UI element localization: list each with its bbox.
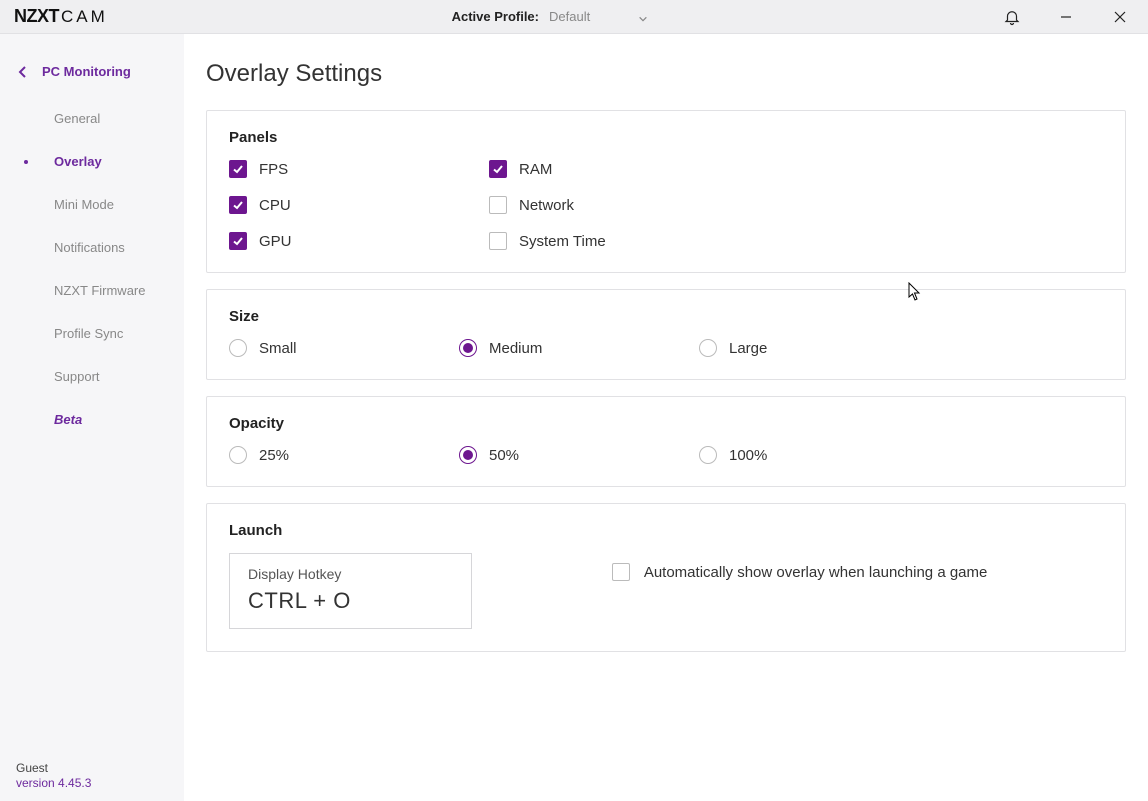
minimize-button[interactable]: [1046, 3, 1086, 31]
minimize-icon: [1060, 11, 1072, 23]
checkbox-label: Network: [519, 197, 574, 214]
autoshow-label: Automatically show overlay when launchin…: [644, 564, 988, 581]
chevron-down-icon: [638, 12, 648, 22]
opacity-grid: 25% 50% 100%: [229, 446, 1103, 464]
footer-user: Guest: [16, 761, 184, 776]
size-option-small: Small: [229, 339, 459, 357]
titlebar-right: [992, 3, 1140, 31]
checkbox-system-time[interactable]: [489, 232, 507, 250]
panel-option-network: Network: [489, 196, 749, 214]
close-icon: [1114, 11, 1126, 23]
radio-label: Large: [729, 340, 767, 357]
sidebar-item-general[interactable]: General: [0, 97, 184, 140]
panel-option-gpu: GPU: [229, 232, 489, 250]
size-option-large: Large: [699, 339, 939, 357]
opacity-radio-100[interactable]: [699, 446, 717, 464]
size-grid: Small Medium Large: [229, 339, 1103, 357]
launch-title: Launch: [229, 522, 1103, 539]
panel-option-ram: RAM: [489, 160, 749, 178]
sidebar-item-profile-sync[interactable]: Profile Sync: [0, 312, 184, 355]
checkbox-label: GPU: [259, 233, 292, 250]
autoshow-row: Automatically show overlay when launchin…: [612, 553, 988, 581]
sidebar-item-mini-mode[interactable]: Mini Mode: [0, 183, 184, 226]
checkbox-network[interactable]: [489, 196, 507, 214]
brand-text: NZXT: [14, 6, 59, 26]
hotkey-box[interactable]: Display Hotkey CTRL + O: [229, 553, 472, 629]
size-radio-small[interactable]: [229, 339, 247, 357]
opacity-title: Opacity: [229, 415, 1103, 432]
chevron-left-icon: [18, 66, 28, 78]
sidebar-back[interactable]: PC Monitoring: [0, 56, 184, 87]
titlebar-center: Active Profile: Default: [108, 9, 992, 24]
profile-dropdown[interactable]: Default: [549, 9, 648, 24]
close-button[interactable]: [1100, 3, 1140, 31]
radio-label: Medium: [489, 340, 542, 357]
checkbox-label: System Time: [519, 233, 606, 250]
radio-label: 100%: [729, 447, 767, 464]
panels-grid: FPS RAM CPU Network GPU System Time: [229, 160, 1103, 250]
opacity-option-100: 100%: [699, 446, 939, 464]
radio-label: Small: [259, 340, 297, 357]
size-section: Size Small Medium Large: [206, 289, 1126, 380]
size-option-medium: Medium: [459, 339, 699, 357]
hotkey-value: CTRL + O: [248, 588, 351, 614]
bell-icon: [1003, 8, 1021, 26]
checkbox-gpu[interactable]: [229, 232, 247, 250]
sidebar-nav: GeneralOverlayMini ModeNotificationsNZXT…: [0, 87, 184, 441]
opacity-radio-25[interactable]: [229, 446, 247, 464]
opacity-option-25: 25%: [229, 446, 459, 464]
panel-option-system-time: System Time: [489, 232, 749, 250]
titlebar: NZXTCAM Active Profile: Default: [0, 0, 1148, 34]
panels-title: Panels: [229, 129, 1103, 146]
radio-label: 25%: [259, 447, 289, 464]
profile-value: Default: [549, 9, 590, 24]
sidebar-item-support[interactable]: Support: [0, 355, 184, 398]
opacity-section: Opacity 25% 50% 100%: [206, 396, 1126, 487]
sidebar-item-notifications[interactable]: Notifications: [0, 226, 184, 269]
sidebar-item-overlay[interactable]: Overlay: [0, 140, 184, 183]
page-title: Overlay Settings: [206, 60, 1126, 88]
size-title: Size: [229, 308, 1103, 325]
sidebar-item-beta[interactable]: Beta: [0, 398, 184, 441]
checkbox-label: FPS: [259, 161, 288, 178]
brand-suffix: CAM: [61, 7, 108, 26]
sidebar: PC Monitoring GeneralOverlayMini ModeNot…: [0, 34, 184, 801]
active-profile-label: Active Profile:: [452, 9, 539, 24]
footer-version[interactable]: version 4.45.3: [16, 776, 184, 791]
sidebar-section-title: PC Monitoring: [42, 64, 131, 79]
sidebar-item-nzxt-firmware[interactable]: NZXT Firmware: [0, 269, 184, 312]
hotkey-label: Display Hotkey: [248, 566, 351, 582]
panels-section: Panels FPS RAM CPU Network GPU System Time: [206, 110, 1126, 273]
checkbox-label: CPU: [259, 197, 291, 214]
autoshow-checkbox[interactable]: [612, 563, 630, 581]
size-radio-large[interactable]: [699, 339, 717, 357]
checkbox-cpu[interactable]: [229, 196, 247, 214]
checkbox-ram[interactable]: [489, 160, 507, 178]
main-content: Overlay Settings Panels FPS RAM CPU Network…: [184, 34, 1148, 801]
opacity-option-50: 50%: [459, 446, 699, 464]
notifications-button[interactable]: [992, 3, 1032, 31]
checkbox-fps[interactable]: [229, 160, 247, 178]
panel-option-cpu: CPU: [229, 196, 489, 214]
app-logo: NZXTCAM: [14, 6, 108, 27]
sidebar-footer: Guest version 4.45.3: [0, 761, 184, 801]
launch-section: Launch Display Hotkey CTRL + O Automatic…: [206, 503, 1126, 652]
panel-option-fps: FPS: [229, 160, 489, 178]
size-radio-medium[interactable]: [459, 339, 477, 357]
opacity-radio-50[interactable]: [459, 446, 477, 464]
checkbox-label: RAM: [519, 161, 552, 178]
radio-label: 50%: [489, 447, 519, 464]
